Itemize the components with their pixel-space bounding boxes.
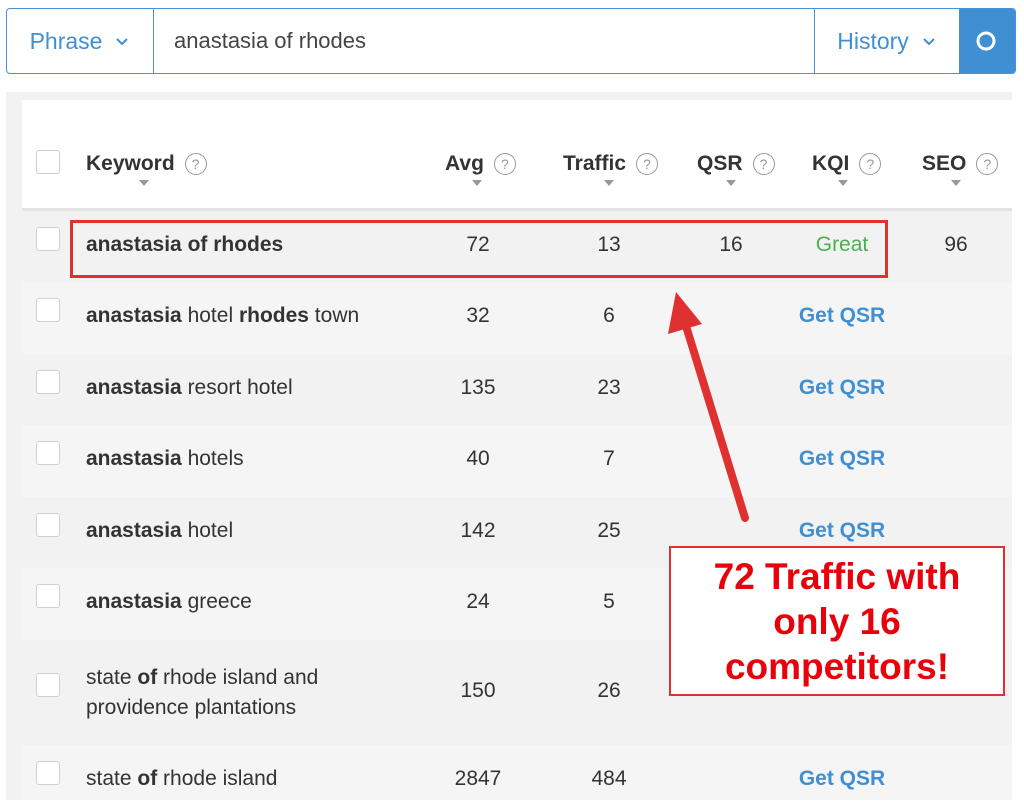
callout-line: 72 Traffic with — [713, 555, 961, 597]
callout-line: competitors! — [724, 645, 950, 687]
callout-line: only 16 — [773, 600, 901, 642]
annotation-callout: 72 Traffic with only 16 competitors! — [669, 546, 1005, 696]
